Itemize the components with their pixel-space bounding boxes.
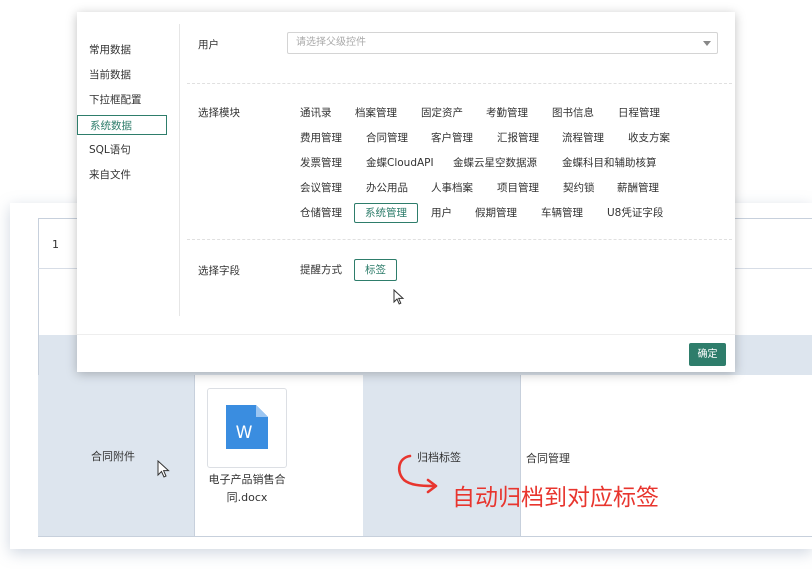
section-divider xyxy=(187,239,732,240)
module-option[interactable]: 人事档案 xyxy=(431,178,473,198)
module-option[interactable]: U8凭证字段 xyxy=(607,203,663,223)
archive-value: 合同管理 xyxy=(526,452,570,465)
sidebar-item-system-data[interactable]: 系统数据 xyxy=(77,115,167,135)
file-name-line1: 电子产品销售合 xyxy=(208,473,286,486)
confirm-button[interactable]: 确定 xyxy=(689,343,726,366)
attachment-label-cell: 合同附件 xyxy=(38,375,195,536)
chevron-down-icon xyxy=(703,41,711,46)
module-option[interactable]: 固定资产 xyxy=(421,103,463,123)
section-divider xyxy=(187,83,732,84)
word-file-icon: W xyxy=(226,405,268,449)
module-option[interactable]: 仓储管理 xyxy=(300,203,342,223)
annotation-arrow-icon xyxy=(397,454,438,494)
module-option[interactable]: 日程管理 xyxy=(618,103,660,123)
module-option[interactable]: 金蝶科目和辅助核算 xyxy=(562,153,657,173)
module-option[interactable]: 办公用品 xyxy=(366,178,408,198)
module-option[interactable]: 档案管理 xyxy=(355,103,397,123)
select-placeholder: 请选择父级控件 xyxy=(296,37,366,48)
module-option[interactable]: 假期管理 xyxy=(475,203,517,223)
parent-control-select[interactable]: 请选择父级控件 xyxy=(287,32,718,54)
module-field-label: 选择模块 xyxy=(198,107,240,119)
module-option[interactable]: 收支方案 xyxy=(628,128,670,148)
module-option-selected[interactable]: 系统管理 xyxy=(354,203,418,223)
row-number: 1 xyxy=(52,238,59,251)
module-option[interactable]: 流程管理 xyxy=(562,128,604,148)
sidebar-item-sql[interactable]: SQL语句 xyxy=(77,140,167,160)
user-field-label: 用户 xyxy=(198,39,219,51)
module-option[interactable]: 金蝶云星空数据源 xyxy=(453,153,537,173)
module-option[interactable]: 汇报管理 xyxy=(497,128,539,148)
module-option[interactable]: 发票管理 xyxy=(300,153,342,173)
sidebar-item-common[interactable]: 常用数据 xyxy=(77,40,167,60)
module-option[interactable]: 薪酬管理 xyxy=(617,178,659,198)
field-select-label: 选择字段 xyxy=(198,265,240,277)
module-option[interactable]: 考勤管理 xyxy=(486,103,528,123)
module-option[interactable]: 费用管理 xyxy=(300,128,342,148)
data-source-dialog: 常用数据 当前数据 下拉框配置 系统数据 SQL语句 来自文件 用户 请选择父级… xyxy=(77,12,735,372)
sidebar-item-dropdown-config[interactable]: 下拉框配置 xyxy=(77,90,167,110)
attachment-label: 合同附件 xyxy=(91,450,135,463)
file-name-line2: 同.docx xyxy=(226,491,268,504)
sidebar-item-file[interactable]: 来自文件 xyxy=(77,165,167,185)
module-option[interactable]: 会议管理 xyxy=(300,178,342,198)
module-option[interactable]: 通讯录 xyxy=(300,103,332,123)
field-option[interactable]: 提醒方式 xyxy=(300,260,342,280)
module-option[interactable]: 图书信息 xyxy=(552,103,594,123)
sidebar-divider xyxy=(179,24,180,316)
annotation-text: 自动归档到对应标签 xyxy=(452,485,659,511)
sidebar-item-current[interactable]: 当前数据 xyxy=(77,65,167,85)
module-option[interactable]: 合同管理 xyxy=(366,128,408,148)
mouse-cursor-icon xyxy=(157,460,170,478)
file-name[interactable]: 电子产品销售合 同.docx xyxy=(198,471,296,507)
module-option[interactable]: 客户管理 xyxy=(431,128,473,148)
module-option[interactable]: 契约锁 xyxy=(563,178,595,198)
module-option[interactable]: 金蝶CloudAPI xyxy=(366,153,434,173)
file-thumbnail[interactable]: W xyxy=(207,388,287,468)
module-option[interactable]: 项目管理 xyxy=(497,178,539,198)
module-option[interactable]: 车辆管理 xyxy=(541,203,583,223)
svg-text:W: W xyxy=(236,423,253,443)
module-option[interactable]: 用户 xyxy=(431,203,452,223)
field-option-selected[interactable]: 标签 xyxy=(354,259,397,281)
footer-divider xyxy=(77,334,735,335)
mouse-cursor-icon xyxy=(393,289,405,305)
